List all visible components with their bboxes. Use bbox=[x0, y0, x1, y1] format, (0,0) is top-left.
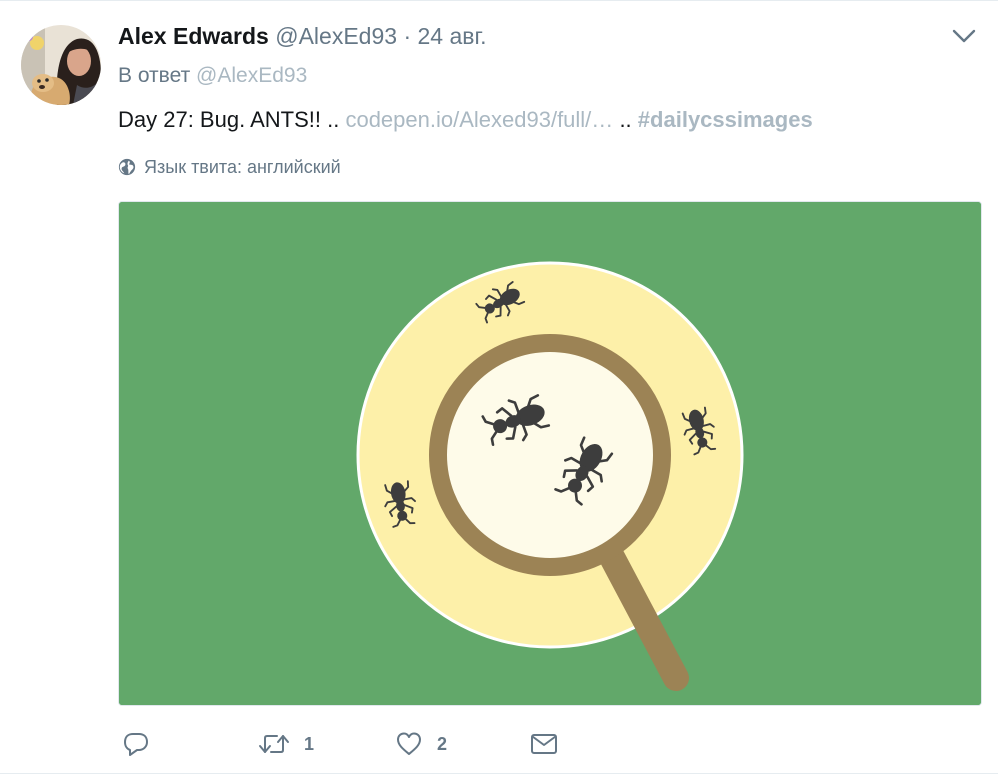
avatar-image bbox=[21, 25, 101, 105]
globe-icon bbox=[118, 158, 136, 176]
author-fullname[interactable]: Alex Edwards bbox=[118, 23, 269, 49]
tweet-actions: 1 2 bbox=[118, 727, 598, 761]
reply-button[interactable] bbox=[122, 727, 164, 761]
like-count: 2 bbox=[437, 733, 448, 754]
tweet[interactable]: Alex Edwards @AlexEd93 · 24 авг. В ответ… bbox=[0, 0, 998, 774]
bug-ants-illustration bbox=[119, 202, 981, 705]
tweet-media-image[interactable] bbox=[118, 201, 982, 706]
hashtag-link[interactable]: #dailycssimages bbox=[638, 107, 813, 132]
tweet-language: Язык твита: английский bbox=[118, 154, 341, 180]
language-label: Язык твита: английский bbox=[144, 157, 341, 177]
reply-prefix: В ответ bbox=[118, 64, 191, 87]
reply-context: В ответ @AlexEd93 bbox=[118, 61, 307, 91]
like-button[interactable]: 2 bbox=[395, 727, 447, 761]
retweet-button[interactable]: 1 bbox=[258, 727, 314, 761]
hashtag-symbol: # bbox=[637, 107, 651, 132]
tweet-header: Alex Edwards @AlexEd93 · 24 авг. bbox=[118, 21, 486, 51]
chevron-down-icon bbox=[952, 29, 976, 43]
reply-handle-link[interactable]: @AlexEd93 bbox=[196, 64, 307, 87]
direct-message-button[interactable] bbox=[530, 727, 558, 761]
hashtag-text: dailycssimages bbox=[650, 107, 813, 132]
retweet-count: 1 bbox=[304, 733, 315, 754]
tweet-text: Day 27: Bug. ANTS!! .. codepen.io/Alexed… bbox=[118, 105, 813, 135]
tweet-menu-button[interactable] bbox=[950, 25, 978, 47]
heart-icon bbox=[397, 732, 421, 755]
tweet-link[interactable]: codepen.io/Alexed93/full/… bbox=[345, 107, 613, 132]
reply-icon bbox=[124, 733, 148, 756]
avatar[interactable] bbox=[21, 25, 101, 105]
header-separator: · bbox=[403, 23, 412, 49]
envelope-icon bbox=[531, 734, 557, 754]
tweet-timestamp[interactable]: 24 авг. bbox=[418, 23, 487, 49]
author-username[interactable]: @AlexEd93 bbox=[275, 23, 397, 49]
tweet-text-lead: Day 27: Bug. ANTS!! .. bbox=[118, 107, 340, 132]
retweet-icon bbox=[259, 735, 289, 753]
tweet-text-middle: .. bbox=[619, 107, 632, 132]
magnifier-lens bbox=[429, 334, 671, 576]
